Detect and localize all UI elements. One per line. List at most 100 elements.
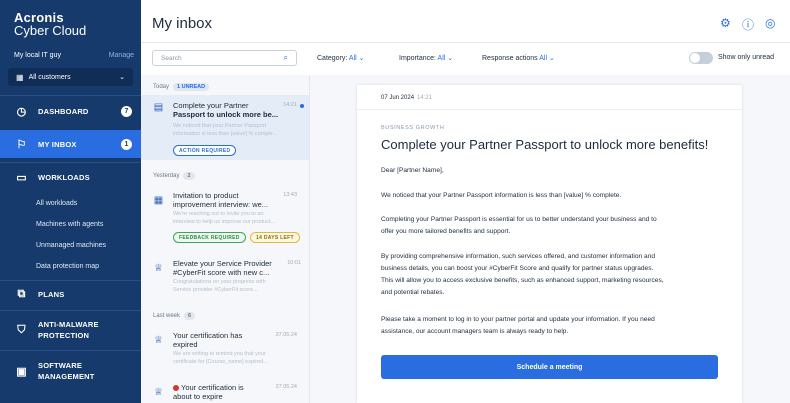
header-divider: [141, 42, 790, 43]
message-title: Elevate your Service Provider #CyberFit …: [173, 259, 293, 277]
message-heading: Complete your Partner Passport to unlock…: [381, 137, 709, 152]
message-title-line2: improvement interview: we...: [173, 200, 269, 209]
action-required-tag: ACTION REQUIRED: [173, 145, 237, 156]
message-preview-line1: We are writing to remind you that your: [173, 351, 266, 357]
inbox-icon: ⚐: [16, 138, 27, 151]
nav-data-protection-map[interactable]: Data protection map: [36, 263, 99, 270]
response-actions-filter[interactable]: Response actions All ⌄: [482, 54, 555, 62]
nav-inbox-label: MY INBOX: [38, 139, 77, 149]
message-preview: We are writing to remind you that your c…: [173, 351, 293, 366]
nav-workloads[interactable]: ▭ WORKLOADS: [0, 167, 141, 187]
days-left-tag: 14 DAYS LEFT: [250, 232, 300, 243]
message-preview: Congratulations on your progress with Se…: [173, 279, 293, 294]
divider: [0, 95, 141, 96]
message-paragraph-3-line3: This will allow you to access exclusive …: [381, 277, 664, 284]
message-time: 27.05.24: [275, 384, 297, 390]
message-time: 13:43: [283, 192, 297, 198]
message-list: Today 1 UNREAD ▤ Complete your Partner P…: [141, 75, 309, 403]
interview-icon: ▦: [153, 195, 164, 206]
message-title-line1: Elevate your Service Provider: [173, 259, 272, 268]
brand-logo: Acronis Cyber Cloud: [14, 11, 86, 37]
help-icon[interactable]: ⓘ: [742, 16, 754, 33]
message-date-time: 14:21: [417, 95, 433, 101]
message-card: 07 Jun 2024 14:21 BUSINESS GROWTH Complet…: [357, 85, 742, 403]
nav-anti-malware[interactable]: ⛉ ANTI-MALWARE PROTECTION: [0, 317, 141, 343]
nav-software-management[interactable]: ▣ SOFTWARE MANAGEMENT: [0, 358, 141, 384]
message-title: Your certification is about to expire: [173, 383, 283, 401]
shield-icon: ⛉: [17, 323, 26, 336]
list-item[interactable]: ♕ Your certification has expired 27.05.2…: [141, 325, 309, 375]
sidebar: Acronis Cyber Cloud My local IT guy Mana…: [0, 0, 141, 403]
show-unread-toggle[interactable]: [689, 52, 713, 64]
manage-link[interactable]: Manage: [109, 52, 134, 59]
search-input[interactable]: Search ⌕: [152, 50, 297, 66]
message-preview: We're reaching out to invite you to an i…: [173, 211, 293, 226]
importance-filter[interactable]: Importance: All ⌄: [399, 54, 453, 62]
document-icon: ▤: [153, 102, 164, 113]
schedule-meeting-button[interactable]: Schedule a meeting: [381, 355, 718, 379]
plans-icon: ⧉: [17, 287, 26, 300]
message-title: Complete your Partner Passport to unlock…: [173, 101, 283, 119]
building-icon: ▦: [16, 72, 24, 82]
message-time: 14:21: [283, 102, 297, 108]
message-paragraph-2: Completing your Partner Passport is esse…: [381, 214, 721, 238]
nav-dashboard[interactable]: ◷ DASHBOARD 7: [0, 98, 141, 124]
message-preview-line2: interview to help us improve our product…: [173, 218, 276, 225]
message-preview-line1: We're reaching out to invite you to an: [173, 211, 264, 217]
message-paragraph-3: By providing comprehensive information, …: [381, 251, 721, 299]
message-greeting: Dear [Partner Name],: [381, 167, 444, 174]
list-item[interactable]: ▤ Complete your Partner Passport to unlo…: [141, 95, 309, 160]
nav-machines-with-agents[interactable]: Machines with agents: [36, 221, 103, 228]
dashboard-icon: ◷: [16, 105, 27, 118]
list-item[interactable]: ♕ Your certification is about to expire …: [141, 377, 309, 403]
list-item[interactable]: ▦ Invitation to product improvement inte…: [141, 185, 309, 247]
message-title-line1: Your certification is: [181, 383, 244, 392]
feedback-required-tag: FEEDBACK REQUIRED: [173, 232, 246, 243]
response-filter-value: All: [539, 55, 547, 62]
message-title-line2: expired: [173, 340, 198, 349]
list-item[interactable]: ♕ Elevate your Service Provider #CyberFi…: [141, 253, 309, 303]
group-yesterday-label: Yesterday: [153, 173, 180, 179]
message-preview-line1: We noticed that your Partner Passport: [173, 123, 267, 129]
divider: [0, 310, 141, 311]
divider: [0, 350, 141, 351]
chevron-down-icon: ⌄: [358, 55, 365, 62]
unread-badge: 1 UNREAD: [173, 83, 210, 91]
message-time: 27.05.24: [275, 332, 297, 338]
customer-select-value: All customers: [28, 73, 71, 81]
message-category: BUSINESS GROWTH: [381, 125, 445, 131]
nav-unmanaged-machines[interactable]: Unmanaged machines: [36, 242, 106, 249]
message-paragraph-3-line4: and potential rebates.: [381, 289, 445, 296]
divider: [0, 162, 141, 163]
nav-dashboard-label: DASHBOARD: [38, 106, 89, 116]
message-title: Invitation to product improvement interv…: [173, 191, 283, 209]
gear-icon[interactable]: ⚙: [720, 16, 731, 30]
nav-all-workloads[interactable]: All workloads: [36, 200, 77, 207]
category-filter[interactable]: Category: All ⌄: [317, 54, 365, 62]
customer-select[interactable]: ▦ All customers ⌄: [8, 68, 133, 86]
nav-plans[interactable]: ⧉ PLANS: [0, 284, 141, 304]
search-icon: ⌕: [283, 53, 288, 62]
award-icon: ♕: [154, 263, 163, 274]
message-title-line1: Invitation to product: [173, 191, 239, 200]
message-title: Your certification has expired: [173, 331, 283, 349]
message-preview-line2: Service provider #CyberFit score...: [173, 286, 258, 293]
message-preview-line2: information is less than [value] % compl…: [173, 130, 278, 137]
chevron-down-icon: ⌄: [548, 55, 555, 62]
message-time: 10:01: [287, 260, 301, 266]
message-paragraph-4: Please take a moment to log in to your p…: [381, 314, 721, 338]
page-title: My inbox: [152, 15, 213, 32]
nav-inbox[interactable]: ⚐ MY INBOX 1: [0, 130, 141, 158]
message-paragraph-1: We noticed that your Partner Passport in…: [381, 192, 622, 199]
nav-software-line2: MANAGEMENT: [38, 372, 95, 381]
group-last-week-count: 6: [184, 312, 196, 320]
user-icon[interactable]: ◎: [765, 16, 775, 30]
nav-software-line1: SOFTWARE: [38, 361, 83, 370]
award-icon: ♕: [154, 387, 163, 398]
group-last-week-label: Last week: [153, 313, 181, 319]
group-today: Today 1 UNREAD: [153, 83, 210, 91]
group-yesterday-count: 2: [183, 172, 195, 180]
chevron-down-icon: ⌄: [447, 55, 454, 62]
message-preview-line2: certificate for [Course_name] expired...: [173, 358, 268, 365]
importance-filter-label: Importance:: [399, 55, 436, 62]
